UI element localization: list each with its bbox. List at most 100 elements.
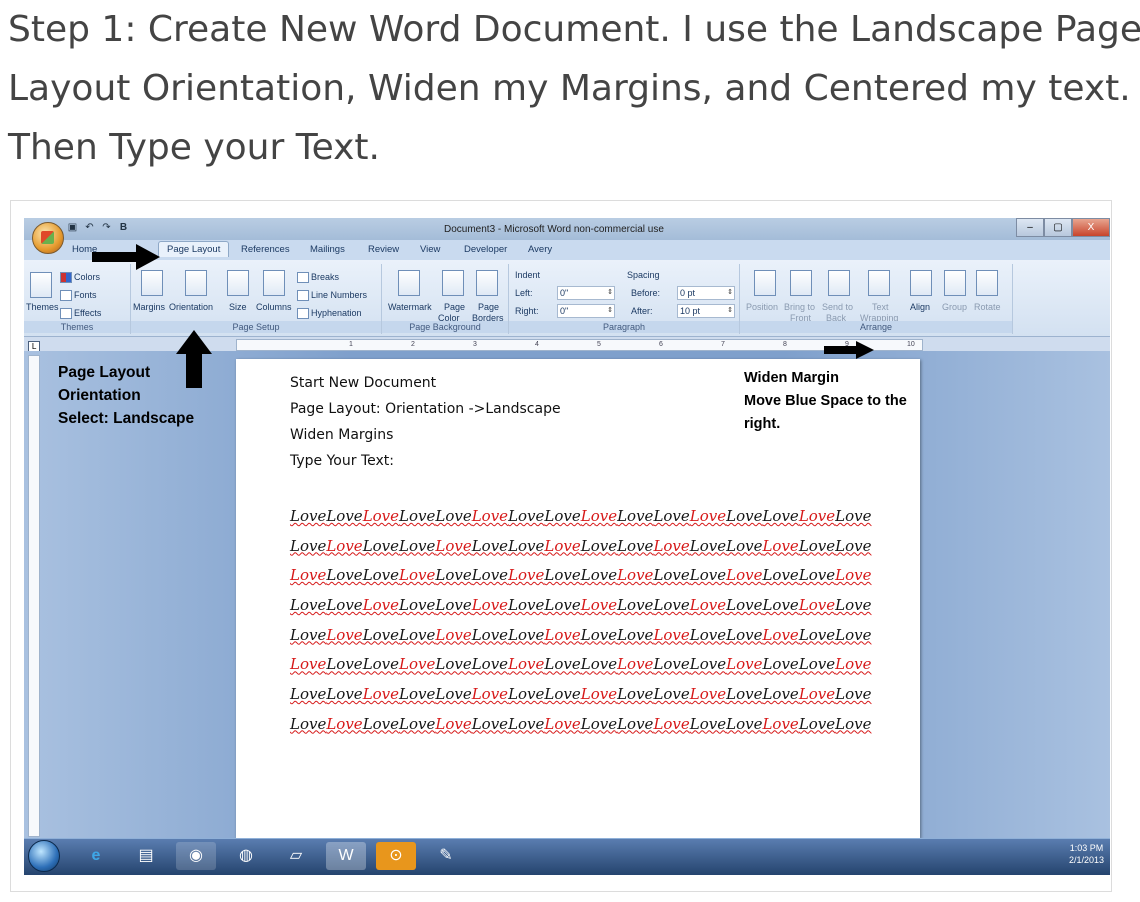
ruler-mark: 10 (907, 341, 915, 348)
love-word: Love (726, 506, 763, 525)
love-word: Love (580, 714, 618, 733)
love-word: Love (653, 684, 690, 703)
love-word: Love (653, 655, 690, 674)
love-word: Love (689, 714, 727, 733)
love-word: Love (471, 506, 509, 525)
size-button[interactable]: Size (229, 302, 247, 312)
page-background-group-label: Page Background (382, 321, 508, 333)
columns-button[interactable]: Columns (256, 302, 292, 312)
redo-icon[interactable]: ↷ (100, 221, 113, 234)
paint-icon[interactable]: ✎ (426, 842, 466, 870)
hyphenation-button[interactable]: Hyphenation (297, 308, 362, 320)
doc-line: Type Your Text: (290, 453, 394, 469)
arrow-right-to-margin (824, 341, 874, 359)
love-word: Love (835, 684, 872, 703)
tab-references[interactable]: References (241, 244, 290, 255)
effects-button[interactable]: Effects (60, 308, 101, 320)
margins-button[interactable]: Margins (133, 302, 165, 312)
love-word: Love (762, 536, 799, 555)
line-numbers-button[interactable]: Line Numbers (297, 290, 367, 302)
sticky-notes-icon[interactable]: ▱ (276, 842, 316, 870)
close-button[interactable]: X (1072, 218, 1110, 237)
spacing-before-value: 0 pt (680, 288, 696, 298)
love-word: Love (653, 714, 690, 733)
love-word: Love (580, 506, 618, 525)
size-icon (227, 270, 249, 296)
themes-group: Themes Colors Fonts Effects Themes (24, 264, 131, 334)
firefox-icon[interactable]: ◉ (176, 842, 216, 870)
tab-mailings[interactable]: Mailings (310, 244, 345, 255)
breaks-button[interactable]: Breaks (297, 272, 339, 284)
spacing-after-value: 10 pt (680, 306, 701, 316)
spin-arrows-icon[interactable]: ⇕ (727, 305, 733, 317)
fonts-button[interactable]: Fonts (60, 290, 97, 302)
arrow-up-to-orientation (176, 330, 212, 388)
send-to-back-line1[interactable]: Send to (822, 302, 853, 312)
office-button[interactable] (32, 222, 64, 254)
rotate-button[interactable]: Rotate (974, 302, 1001, 312)
love-word: Love (326, 595, 363, 614)
text-wrapping-icon (868, 270, 890, 296)
love-word: Love (362, 536, 400, 555)
themes-button[interactable]: Themes (26, 302, 59, 312)
file-explorer-icon[interactable]: ▤ (126, 842, 166, 870)
tab-review[interactable]: Review (368, 244, 399, 255)
spin-arrows-icon[interactable]: ⇕ (727, 287, 733, 299)
bring-to-front-line1[interactable]: Bring to (784, 302, 815, 312)
watermark-button[interactable]: Watermark (388, 302, 432, 312)
spin-arrows-icon[interactable]: ⇕ (607, 305, 613, 317)
vertical-ruler[interactable] (28, 355, 40, 837)
love-word: Love (726, 595, 763, 614)
spacing-after-field[interactable]: 10 pt ⇕ (677, 304, 735, 318)
love-word: Love (835, 566, 872, 585)
spacing-before-field[interactable]: 0 pt ⇕ (677, 286, 735, 300)
love-word: Love (689, 536, 727, 555)
love-word: Love (726, 655, 763, 674)
love-word: Love (544, 566, 581, 585)
system-clock[interactable]: 1:03 PM 2/1/2013 (1069, 842, 1104, 866)
page-borders-button-line1[interactable]: Page (478, 302, 499, 312)
love-word: Love (689, 506, 727, 525)
love-word: Love (362, 684, 400, 703)
ribbon-tabs: Home Page Layout References Mailings Rev… (24, 240, 1110, 260)
align-button[interactable]: Align (910, 302, 930, 312)
minimize-button[interactable]: – (1016, 218, 1044, 237)
internet-explorer-icon[interactable]: e (76, 842, 116, 870)
love-word: Love (580, 566, 618, 585)
love-word: Love (653, 566, 690, 585)
undo-icon[interactable]: ↶ (83, 221, 96, 234)
orientation-button[interactable]: Orientation (169, 302, 213, 312)
chrome-icon[interactable]: ◍ (226, 842, 266, 870)
spin-arrows-icon[interactable]: ⇕ (607, 287, 613, 299)
indent-right-field[interactable]: 0" ⇕ (557, 304, 615, 318)
text-wrapping-line1[interactable]: Text (872, 302, 889, 312)
maximize-button[interactable]: ▢ (1044, 218, 1072, 237)
horizontal-ruler[interactable]: 1 2 3 4 5 6 7 8 9 10 (236, 339, 923, 351)
hp-icon[interactable]: ⊙ (376, 842, 416, 870)
love-word: Love (508, 506, 545, 525)
love-word: Love (544, 625, 581, 644)
love-word: Love (508, 566, 545, 585)
start-orb[interactable] (28, 840, 60, 872)
group-button[interactable]: Group (942, 302, 967, 312)
colors-button[interactable]: Colors (60, 272, 100, 284)
themes-icon[interactable] (30, 272, 52, 298)
colors-icon (60, 272, 72, 284)
tab-avery[interactable]: Avery (528, 244, 552, 255)
position-button[interactable]: Position (746, 302, 778, 312)
columns-icon (263, 270, 285, 296)
document-text[interactable]: Start New Document Page Layout: Orientat… (290, 370, 561, 474)
bold-icon[interactable]: B (117, 221, 130, 234)
tab-developer[interactable]: Developer (464, 244, 507, 255)
tab-page-layout[interactable]: Page Layout (158, 241, 230, 257)
indent-left-field[interactable]: 0" ⇕ (557, 286, 615, 300)
word-icon[interactable]: W (326, 842, 366, 870)
title-bar: ▣ ↶ ↷ B Document3 - Microsoft Word non-c… (24, 218, 1110, 240)
page-color-button-line1[interactable]: Page (444, 302, 465, 312)
tab-view[interactable]: View (420, 244, 440, 255)
love-word: Love (762, 684, 799, 703)
save-icon[interactable]: ▣ (66, 221, 79, 234)
love-row: Love Love Love Love Love Love Love Love Love Love… (290, 709, 872, 739)
love-word-grid[interactable]: Love Love Love Love Love Love Love Love Love Love… (290, 501, 872, 739)
love-word: Love (508, 684, 545, 703)
